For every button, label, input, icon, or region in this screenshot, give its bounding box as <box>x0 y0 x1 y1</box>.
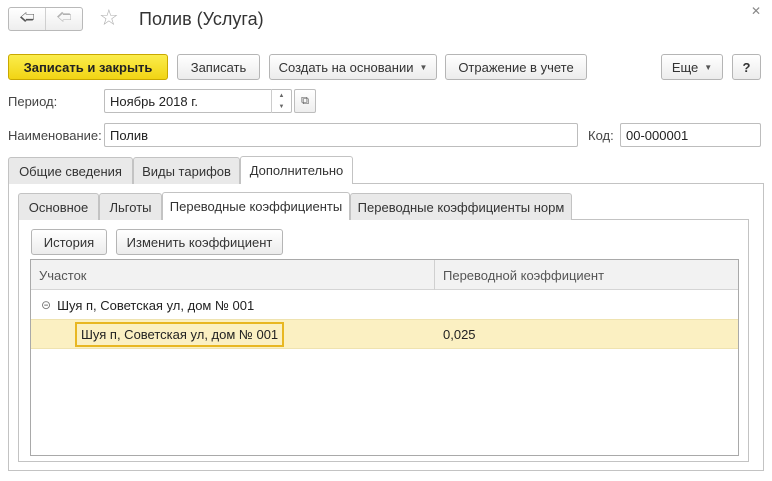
window-title: Полив (Услуга) <box>139 9 264 29</box>
favorite-star-icon[interactable]: ☆ <box>99 5 119 31</box>
history-button[interactable]: История <box>31 229 107 255</box>
tab-tariff-types[interactable]: Виды тарифов <box>133 157 240 184</box>
column-header-site[interactable]: Участок <box>39 260 87 290</box>
coefficients-table[interactable]: Участок Переводной коэффициент ⊝ Шуя п, … <box>30 259 739 456</box>
save-button[interactable]: Записать <box>177 54 260 80</box>
column-header-coefficient[interactable]: Переводной коэффициент <box>443 260 604 290</box>
tab-benefits[interactable]: Льготы <box>99 193 162 220</box>
chevron-down-icon[interactable]: ▼ <box>272 101 291 112</box>
collapse-icon[interactable]: ⊝ <box>41 298 51 312</box>
code-input[interactable]: 00-000001 <box>620 123 761 147</box>
create-based-on-label: Создать на основании <box>278 59 414 75</box>
help-button[interactable]: ? <box>732 54 761 80</box>
more-button[interactable]: Еще ▼ <box>661 54 723 80</box>
create-based-on-button[interactable]: Создать на основании ▼ <box>269 54 437 80</box>
period-stepper[interactable]: ▲ ▼ <box>271 89 291 113</box>
tab-main[interactable]: Основное <box>18 193 99 220</box>
chevron-down-icon: ▼ <box>704 62 713 72</box>
table-group-row[interactable]: ⊝ Шуя п, Советская ул, дом № 001 <box>31 291 738 319</box>
coefficient-cell[interactable]: 0,025 <box>443 327 476 342</box>
save-and-close-button[interactable]: Записать и закрыть <box>8 54 168 80</box>
code-label: Код: <box>588 128 614 143</box>
chevron-down-icon: ▼ <box>419 62 428 72</box>
accounting-button[interactable]: Отражение в учете <box>445 54 587 80</box>
open-form-icon[interactable]: ⧉ <box>294 89 316 113</box>
name-input[interactable]: Полив <box>104 123 578 147</box>
tab-additional[interactable]: Дополнительно <box>240 156 353 184</box>
tab-general[interactable]: Общие сведения <box>8 157 133 184</box>
name-label: Наименование: <box>8 128 102 143</box>
close-icon[interactable]: ✕ <box>751 4 761 18</box>
tab-norm-conversion-coefficients[interactable]: Переводные коэффициенты норм <box>350 193 572 220</box>
code-value: 00-000001 <box>626 127 689 143</box>
name-value: Полив <box>110 127 149 143</box>
group-label: Шуя п, Советская ул, дом № 001 <box>57 297 255 313</box>
period-input[interactable]: Ноябрь 2018 г. <box>104 89 292 113</box>
tab-conversion-coefficients[interactable]: Переводные коэффициенты <box>162 192 350 220</box>
table-header <box>31 260 738 290</box>
more-label: Еще <box>671 59 699 75</box>
change-coefficient-button[interactable]: Изменить коэффициент <box>116 229 283 255</box>
column-divider <box>434 260 435 290</box>
period-label: Период: <box>8 94 58 109</box>
forward-arrow-icon[interactable]: 🢢 <box>45 8 82 30</box>
back-arrow-icon[interactable]: 🢠 <box>9 8 45 30</box>
site-cell[interactable]: Шуя п, Советская ул, дом № 001 <box>75 322 284 347</box>
nav-buttons: 🢠 🢢 <box>8 7 83 31</box>
period-value: Ноябрь 2018 г. <box>110 93 199 109</box>
table-row[interactable]: Шуя п, Советская ул, дом № 001 0,025 <box>31 319 738 349</box>
chevron-up-icon[interactable]: ▲ <box>272 90 291 101</box>
